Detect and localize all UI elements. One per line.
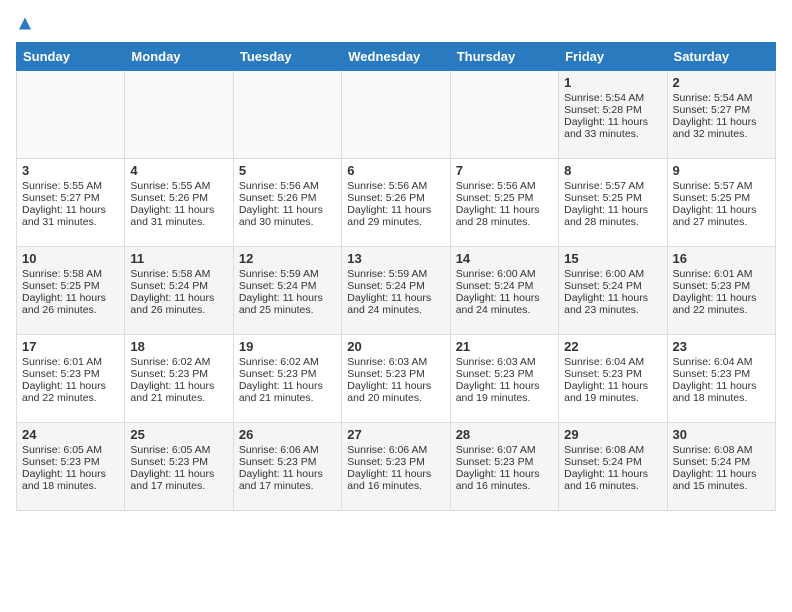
logo-icon bbox=[16, 16, 34, 34]
calendar-cell: 15Sunrise: 6:00 AMSunset: 5:24 PMDayligh… bbox=[559, 247, 667, 335]
calendar-cell: 29Sunrise: 6:08 AMSunset: 5:24 PMDayligh… bbox=[559, 423, 667, 511]
calendar-cell: 11Sunrise: 5:58 AMSunset: 5:24 PMDayligh… bbox=[125, 247, 233, 335]
day-number: 11 bbox=[130, 251, 227, 266]
calendar-cell: 30Sunrise: 6:08 AMSunset: 5:24 PMDayligh… bbox=[667, 423, 775, 511]
calendar-cell: 5Sunrise: 5:56 AMSunset: 5:26 PMDaylight… bbox=[233, 159, 341, 247]
week-row-1: 1Sunrise: 5:54 AMSunset: 5:28 PMDaylight… bbox=[17, 71, 776, 159]
day-number: 27 bbox=[347, 427, 444, 442]
day-number: 21 bbox=[456, 339, 553, 354]
day-number: 25 bbox=[130, 427, 227, 442]
day-number: 29 bbox=[564, 427, 661, 442]
calendar-cell bbox=[125, 71, 233, 159]
column-header-thursday: Thursday bbox=[450, 43, 558, 71]
column-header-wednesday: Wednesday bbox=[342, 43, 450, 71]
week-row-2: 3Sunrise: 5:55 AMSunset: 5:27 PMDaylight… bbox=[17, 159, 776, 247]
day-number: 28 bbox=[456, 427, 553, 442]
day-number: 1 bbox=[564, 75, 661, 90]
calendar-cell: 17Sunrise: 6:01 AMSunset: 5:23 PMDayligh… bbox=[17, 335, 125, 423]
day-number: 2 bbox=[673, 75, 770, 90]
calendar-cell: 6Sunrise: 5:56 AMSunset: 5:26 PMDaylight… bbox=[342, 159, 450, 247]
calendar-cell: 23Sunrise: 6:04 AMSunset: 5:23 PMDayligh… bbox=[667, 335, 775, 423]
day-number: 14 bbox=[456, 251, 553, 266]
calendar-cell: 24Sunrise: 6:05 AMSunset: 5:23 PMDayligh… bbox=[17, 423, 125, 511]
column-header-friday: Friday bbox=[559, 43, 667, 71]
calendar-cell: 10Sunrise: 5:58 AMSunset: 5:25 PMDayligh… bbox=[17, 247, 125, 335]
calendar-cell: 26Sunrise: 6:06 AMSunset: 5:23 PMDayligh… bbox=[233, 423, 341, 511]
calendar-cell: 22Sunrise: 6:04 AMSunset: 5:23 PMDayligh… bbox=[559, 335, 667, 423]
day-number: 8 bbox=[564, 163, 661, 178]
column-header-tuesday: Tuesday bbox=[233, 43, 341, 71]
calendar-cell: 2Sunrise: 5:54 AMSunset: 5:27 PMDaylight… bbox=[667, 71, 775, 159]
calendar-cell bbox=[17, 71, 125, 159]
calendar-table: SundayMondayTuesdayWednesdayThursdayFrid… bbox=[16, 42, 776, 511]
day-number: 26 bbox=[239, 427, 336, 442]
calendar-cell: 1Sunrise: 5:54 AMSunset: 5:28 PMDaylight… bbox=[559, 71, 667, 159]
calendar-cell: 14Sunrise: 6:00 AMSunset: 5:24 PMDayligh… bbox=[450, 247, 558, 335]
calendar-cell: 18Sunrise: 6:02 AMSunset: 5:23 PMDayligh… bbox=[125, 335, 233, 423]
column-header-sunday: Sunday bbox=[17, 43, 125, 71]
calendar-cell: 8Sunrise: 5:57 AMSunset: 5:25 PMDaylight… bbox=[559, 159, 667, 247]
calendar-cell: 21Sunrise: 6:03 AMSunset: 5:23 PMDayligh… bbox=[450, 335, 558, 423]
day-number: 20 bbox=[347, 339, 444, 354]
day-number: 18 bbox=[130, 339, 227, 354]
day-number: 6 bbox=[347, 163, 444, 178]
week-row-3: 10Sunrise: 5:58 AMSunset: 5:25 PMDayligh… bbox=[17, 247, 776, 335]
day-number: 4 bbox=[130, 163, 227, 178]
column-header-monday: Monday bbox=[125, 43, 233, 71]
day-number: 10 bbox=[22, 251, 119, 266]
header-row: SundayMondayTuesdayWednesdayThursdayFrid… bbox=[17, 43, 776, 71]
calendar-cell: 19Sunrise: 6:02 AMSunset: 5:23 PMDayligh… bbox=[233, 335, 341, 423]
day-number: 9 bbox=[673, 163, 770, 178]
day-number: 7 bbox=[456, 163, 553, 178]
calendar-cell: 4Sunrise: 5:55 AMSunset: 5:26 PMDaylight… bbox=[125, 159, 233, 247]
day-number: 22 bbox=[564, 339, 661, 354]
week-row-4: 17Sunrise: 6:01 AMSunset: 5:23 PMDayligh… bbox=[17, 335, 776, 423]
calendar-cell: 12Sunrise: 5:59 AMSunset: 5:24 PMDayligh… bbox=[233, 247, 341, 335]
week-row-5: 24Sunrise: 6:05 AMSunset: 5:23 PMDayligh… bbox=[17, 423, 776, 511]
calendar-cell: 25Sunrise: 6:05 AMSunset: 5:23 PMDayligh… bbox=[125, 423, 233, 511]
calendar-cell bbox=[233, 71, 341, 159]
day-number: 23 bbox=[673, 339, 770, 354]
calendar-cell: 7Sunrise: 5:56 AMSunset: 5:25 PMDaylight… bbox=[450, 159, 558, 247]
day-number: 12 bbox=[239, 251, 336, 266]
day-number: 15 bbox=[564, 251, 661, 266]
day-number: 19 bbox=[239, 339, 336, 354]
calendar-cell: 27Sunrise: 6:06 AMSunset: 5:23 PMDayligh… bbox=[342, 423, 450, 511]
day-number: 3 bbox=[22, 163, 119, 178]
column-header-saturday: Saturday bbox=[667, 43, 775, 71]
day-number: 24 bbox=[22, 427, 119, 442]
day-number: 13 bbox=[347, 251, 444, 266]
day-number: 30 bbox=[673, 427, 770, 442]
calendar-cell bbox=[342, 71, 450, 159]
calendar-cell: 20Sunrise: 6:03 AMSunset: 5:23 PMDayligh… bbox=[342, 335, 450, 423]
calendar-cell: 16Sunrise: 6:01 AMSunset: 5:23 PMDayligh… bbox=[667, 247, 775, 335]
calendar-cell: 28Sunrise: 6:07 AMSunset: 5:23 PMDayligh… bbox=[450, 423, 558, 511]
logo bbox=[16, 16, 38, 34]
day-number: 17 bbox=[22, 339, 119, 354]
day-number: 5 bbox=[239, 163, 336, 178]
day-number: 16 bbox=[673, 251, 770, 266]
page-header bbox=[16, 16, 776, 34]
calendar-cell: 13Sunrise: 5:59 AMSunset: 5:24 PMDayligh… bbox=[342, 247, 450, 335]
calendar-cell: 3Sunrise: 5:55 AMSunset: 5:27 PMDaylight… bbox=[17, 159, 125, 247]
calendar-cell bbox=[450, 71, 558, 159]
calendar-cell: 9Sunrise: 5:57 AMSunset: 5:25 PMDaylight… bbox=[667, 159, 775, 247]
